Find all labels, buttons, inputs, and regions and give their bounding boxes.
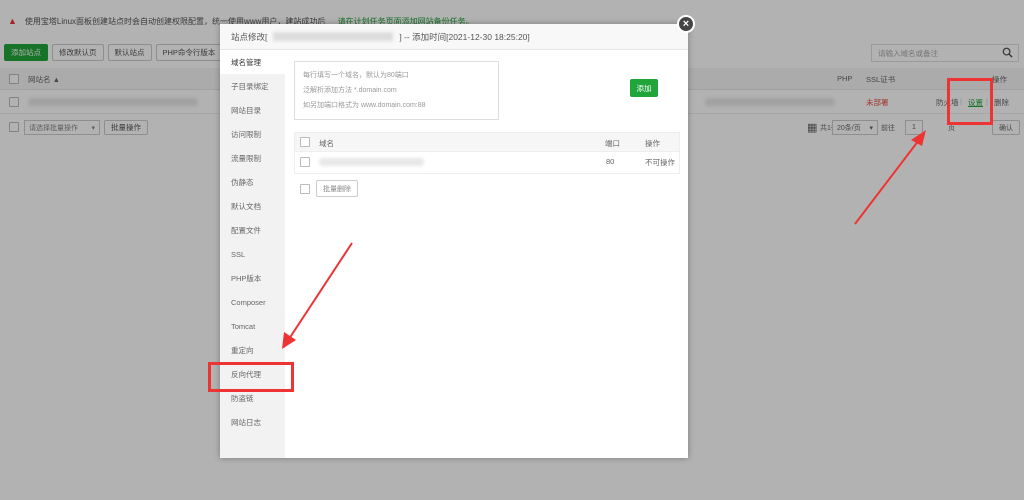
- menu-item-composer[interactable]: Composer: [220, 290, 285, 314]
- menu-item-site-log[interactable]: 网站日志: [220, 410, 285, 434]
- menu-item-ssl[interactable]: SSL: [220, 242, 285, 266]
- domain-table-header: 域名 端口 操作: [294, 132, 680, 152]
- menu-item-tomcat[interactable]: Tomcat: [220, 314, 285, 338]
- menu-item-traffic-limit[interactable]: 流量限制: [220, 146, 285, 170]
- domain-action: 不可操作: [645, 158, 675, 167]
- menu-item-site-dir[interactable]: 网站目录: [220, 98, 285, 122]
- table-row: 80 不可操作: [294, 152, 680, 174]
- hint-line: 如另加端口格式为 www.domain.com:88: [303, 102, 426, 109]
- blurred-domain-name: [319, 158, 424, 166]
- blurred-domain: [273, 32, 394, 41]
- menu-item-domain[interactable]: 域名管理: [220, 50, 285, 74]
- add-domain-button[interactable]: 添加: [630, 79, 658, 97]
- col-domain-action: 操作: [645, 139, 660, 148]
- domain-row-checkbox[interactable]: [300, 157, 310, 167]
- bulk-delete-button[interactable]: 批量删除: [316, 180, 358, 197]
- hint-line: 每行填写一个域名，默认为80端口: [303, 72, 409, 79]
- settings-menu: 域名管理 子目录绑定 网站目录 访问限制 流量限制 伪静态 默认文档 配置文件 SSL PHP版本…: [220, 50, 285, 458]
- col-port: 端口: [605, 139, 620, 148]
- modal-title: 站点修改[ ] -- 添加时间[2021-12-30 18:25:20]: [220, 24, 688, 50]
- close-icon[interactable]: ×: [677, 15, 695, 33]
- menu-item-default-doc[interactable]: 默认文档: [220, 194, 285, 218]
- menu-item-config-file[interactable]: 配置文件: [220, 218, 285, 242]
- highlight-settings: [947, 78, 993, 125]
- menu-item-access-limit[interactable]: 访问限制: [220, 122, 285, 146]
- domain-port: 80: [606, 157, 615, 166]
- domain-textarea[interactable]: 每行填写一个域名，默认为80端口 泛解析添加方法 *.domain.com 如另…: [294, 61, 499, 120]
- hint-line: 泛解析添加方法 *.domain.com: [303, 87, 397, 94]
- bulk-select-checkbox[interactable]: [300, 184, 310, 194]
- col-domain: 域名: [319, 139, 334, 148]
- domain-select-all-checkbox[interactable]: [300, 137, 310, 147]
- site-settings-modal: 站点修改[ ] -- 添加时间[2021-12-30 18:25:20] 域名管…: [220, 24, 688, 458]
- menu-item-subdir[interactable]: 子目录绑定: [220, 74, 285, 98]
- menu-item-rewrite[interactable]: 伪静态: [220, 170, 285, 194]
- highlight-reverse-proxy: [208, 362, 294, 392]
- domain-table: 域名 端口 操作 80 不可操作: [294, 132, 680, 174]
- menu-item-php-version[interactable]: PHP版本: [220, 266, 285, 290]
- menu-item-redirect[interactable]: 重定向: [220, 338, 285, 362]
